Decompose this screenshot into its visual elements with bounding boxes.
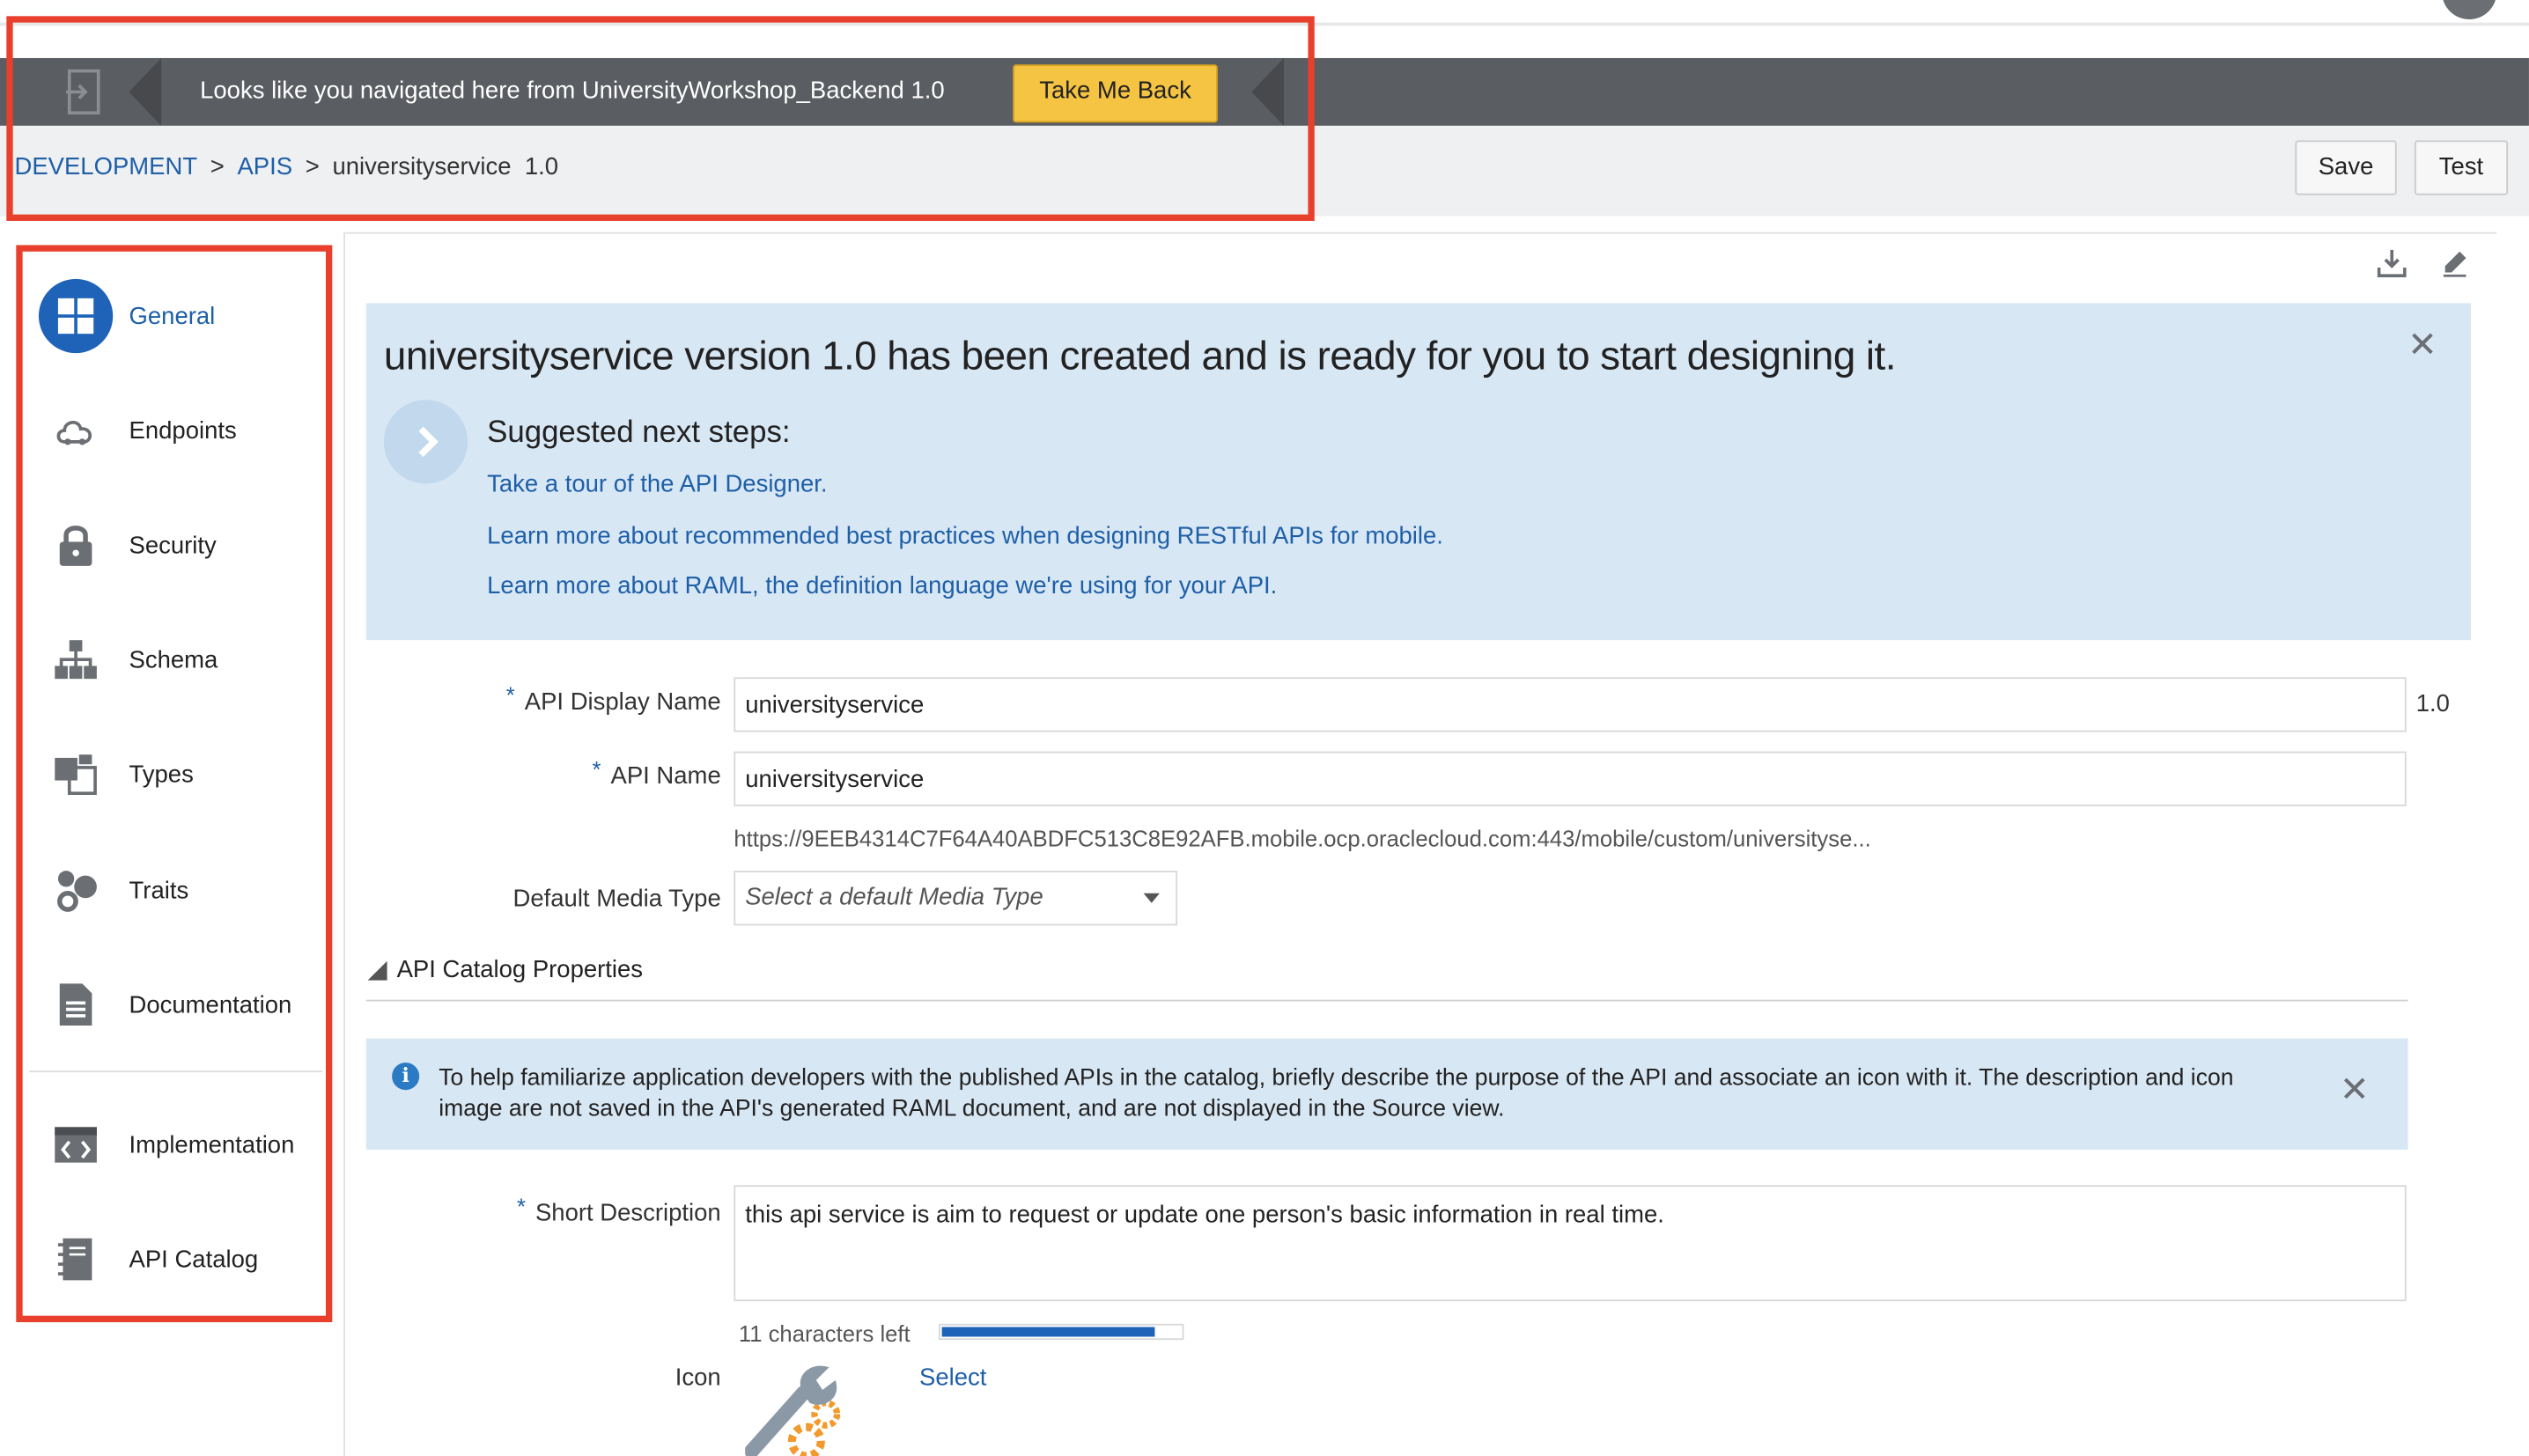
take-me-back-button[interactable]: Take Me Back <box>1013 64 1218 123</box>
catalog-icon <box>39 1222 113 1296</box>
raml-link[interactable]: Learn more about RAML, the definition la… <box>487 572 1277 599</box>
chevron-down-icon <box>1143 893 1160 903</box>
banner-subtitle: Suggested next steps: <box>487 415 791 451</box>
sidebar-item-label: Types <box>129 760 194 788</box>
save-button[interactable]: Save <box>2295 140 2397 195</box>
breadcrumb-bar: DEVELOPMENT > APIS > universityservice 1.0 <box>0 125 2529 217</box>
return-bar-chevron-right <box>1251 57 1284 126</box>
code-icon <box>39 1107 113 1181</box>
required-marker: * <box>505 681 515 709</box>
hierarchy-icon <box>39 622 113 696</box>
collapse-triangle-icon <box>367 960 387 980</box>
short-description-label: * Short Description <box>516 1193 721 1227</box>
document-icon <box>39 967 113 1041</box>
required-marker: * <box>592 756 601 783</box>
api-name-label: * API Name <box>592 756 721 791</box>
catalog-info-text: To help familiarize application develope… <box>439 1065 2234 1122</box>
sidebar-item-traits[interactable]: Traits <box>39 851 326 929</box>
sidebar-item-label: Traits <box>129 876 189 904</box>
sidebar-item-label: General <box>129 302 216 330</box>
banner-title: universityservice version 1.0 has been c… <box>383 334 1897 379</box>
creation-banner: universityservice version 1.0 has been c… <box>365 303 2472 641</box>
api-name-input[interactable] <box>734 751 2407 806</box>
return-icon <box>33 58 136 126</box>
character-meter <box>938 1323 1184 1341</box>
cloud-icon <box>39 393 113 467</box>
breadcrumb: DEVELOPMENT > APIS > universityservice 1.0 <box>14 126 558 210</box>
sidebar-item-label: Endpoints <box>129 416 237 445</box>
chevron-right-icon <box>383 400 468 484</box>
wrench-gear-icon <box>744 1357 848 1456</box>
app-stage: Looks like you navigated here from Unive… <box>0 0 2529 1456</box>
return-message: Looks like you navigated here from Unive… <box>200 77 945 106</box>
sidebar-divider <box>28 1070 323 1073</box>
media-type-select[interactable]: Select a default Media Type <box>734 871 1178 926</box>
breadcrumb-apis[interactable]: APIS <box>237 153 292 180</box>
sidebar-item-label: Implementation <box>129 1130 295 1159</box>
sidebar-item-label: Schema <box>129 645 218 673</box>
avatar[interactable] <box>2442 0 2497 19</box>
api-display-name-label: * API Display Name <box>505 681 721 717</box>
api-display-name-input[interactable] <box>734 677 2407 732</box>
edit-icon[interactable] <box>2437 245 2473 280</box>
api-catalog-section-toggle[interactable]: API Catalog Properties <box>367 956 644 984</box>
breadcrumb-separator: > <box>305 153 320 181</box>
api-catalog-section-title: API Catalog Properties <box>396 956 644 984</box>
close-icon[interactable]: ✕ <box>2340 1071 2370 1107</box>
info-icon: i <box>392 1063 420 1091</box>
breadcrumb-separator: > <box>210 153 225 181</box>
tour-link[interactable]: Take a tour of the API Designer. <box>487 471 827 498</box>
navigation-return-bar: Looks like you navigated here from Unive… <box>0 57 2529 126</box>
sidebar-item-endpoints[interactable]: Endpoints <box>39 392 326 469</box>
sidebar-item-label: Documentation <box>129 990 292 1018</box>
sidebar-item-label: Security <box>129 531 217 559</box>
sidebar-item-documentation[interactable]: Documentation <box>39 966 326 1043</box>
breadcrumb-version: 1.0 <box>524 153 559 181</box>
sidebar-item-api-catalog[interactable]: API Catalog <box>39 1221 326 1298</box>
character-meter-fill <box>941 1327 1155 1337</box>
sidebar-item-schema[interactable]: Schema <box>39 621 326 698</box>
default-media-type-label: Default Media Type <box>512 885 721 913</box>
icon-label: Icon <box>675 1364 721 1392</box>
close-icon[interactable]: ✕ <box>2407 327 2439 362</box>
download-icon[interactable] <box>2374 245 2409 280</box>
media-type-placeholder: Select a default Media Type <box>745 883 1043 911</box>
sidebar-item-implementation[interactable]: Implementation <box>39 1107 326 1184</box>
sidebar-item-general[interactable]: General <box>38 277 326 355</box>
section-divider <box>365 999 2408 1002</box>
traits-icon <box>39 853 113 927</box>
sidebar-item-label: API Catalog <box>129 1245 259 1274</box>
select-icon-link[interactable]: Select <box>919 1364 986 1392</box>
short-description-textarea[interactable]: this api service is aim to request or up… <box>734 1185 2407 1302</box>
breadcrumb-development[interactable]: DEVELOPMENT <box>14 153 197 180</box>
grid-icon <box>38 278 114 354</box>
api-version: 1.0 <box>2415 689 2450 718</box>
best-practices-link[interactable]: Learn more about recommended best practi… <box>487 522 1443 549</box>
api-url: https://9EEB4314C7F64A40ABDFC513C8E92AFB… <box>734 825 1871 852</box>
return-bar-chevron <box>129 57 162 126</box>
lock-icon <box>39 508 113 582</box>
top-strip <box>0 0 2529 26</box>
characters-left: 11 characters left <box>738 1320 911 1347</box>
breadcrumb-current: universityservice <box>332 153 512 181</box>
sidebar-item-security[interactable]: Security <box>39 506 326 584</box>
sidebar-nav: General Endpoints Security Schema Types Trait… <box>23 252 326 1316</box>
catalog-info-box: i To help familiarize application develo… <box>365 1038 2408 1151</box>
sidebar-item-types[interactable]: Types <box>39 735 326 813</box>
required-marker: * <box>516 1193 526 1219</box>
test-button[interactable]: Test <box>2414 140 2509 195</box>
types-icon <box>39 737 113 811</box>
